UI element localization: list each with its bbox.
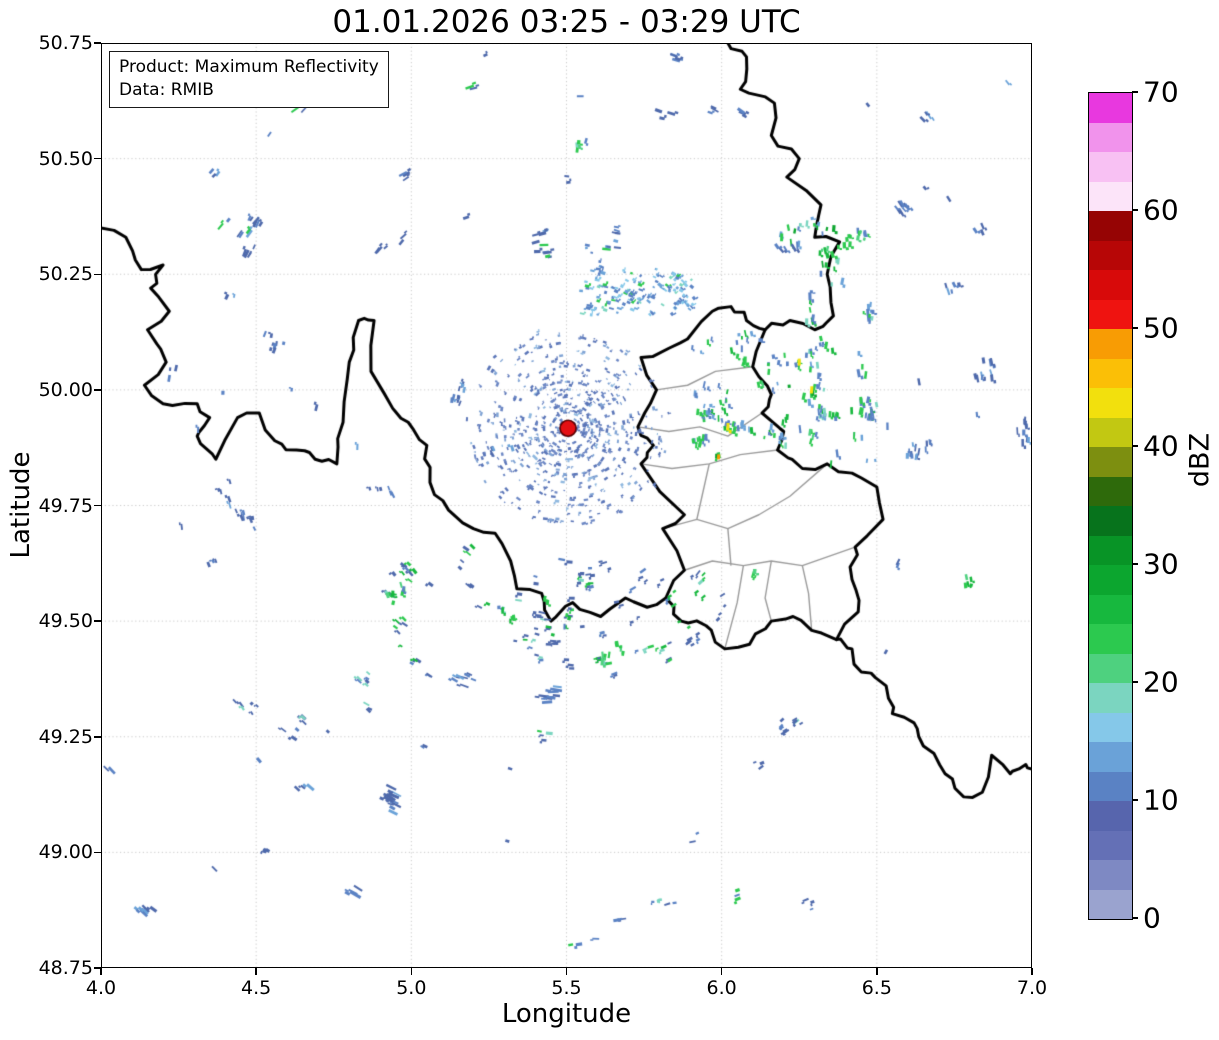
colorbar-segment — [1089, 801, 1132, 831]
colorbar — [1088, 92, 1133, 920]
colorbar-segment — [1089, 123, 1132, 153]
y-tick-mark — [94, 42, 101, 44]
x-tick-label: 4.0 — [86, 977, 116, 999]
colorbar-segment — [1089, 300, 1132, 330]
colorbar-tick-mark — [1132, 91, 1138, 93]
x-tick-label: 4.5 — [241, 977, 271, 999]
colorbar-tick-mark — [1132, 327, 1138, 329]
colorbar-segment — [1089, 506, 1132, 536]
colorbar-segment — [1089, 890, 1132, 920]
colorbar-segment — [1089, 536, 1132, 566]
colorbar-segment — [1089, 211, 1132, 241]
y-tick-label: 50.75 — [33, 32, 93, 54]
colorbar-segment — [1089, 772, 1132, 802]
x-tick-mark — [876, 968, 878, 975]
y-tick-label: 50.00 — [33, 379, 93, 401]
y-tick-mark — [94, 620, 101, 622]
y-tick-mark — [94, 967, 101, 969]
colorbar-tick-label: 60 — [1143, 194, 1179, 227]
y-tick-label: 49.75 — [33, 495, 93, 517]
y-axis-label: Latitude — [6, 451, 36, 558]
colorbar-tick-label: 70 — [1143, 76, 1179, 109]
colorbar-segment — [1089, 93, 1132, 123]
colorbar-segment — [1089, 182, 1132, 212]
colorbar-segment — [1089, 624, 1132, 654]
colorbar-tick-label: 50 — [1143, 312, 1179, 345]
colorbar-tick-label: 30 — [1143, 548, 1179, 581]
y-tick-mark — [94, 852, 101, 854]
colorbar-segment — [1089, 565, 1132, 595]
product-line: Product: Maximum Reflectivity — [119, 56, 379, 79]
x-tick-mark — [255, 968, 257, 975]
figure-title: 01.01.2026 03:25 - 03:29 UTC — [101, 4, 1032, 40]
x-axis-label: Longitude — [101, 999, 1032, 1029]
colorbar-tick-label: 40 — [1143, 430, 1179, 463]
y-tick-mark — [94, 736, 101, 738]
colorbar-segment — [1089, 831, 1132, 861]
colorbar-segment — [1089, 713, 1132, 743]
x-tick-mark — [411, 968, 413, 975]
colorbar-segment — [1089, 329, 1132, 359]
colorbar-segment — [1089, 359, 1132, 389]
colorbar-tick-mark — [1132, 681, 1138, 683]
colorbar-tick-label: 20 — [1143, 666, 1179, 699]
y-tick-label: 49.50 — [33, 610, 93, 632]
x-tick-label: 6.5 — [862, 977, 892, 999]
colorbar-segment — [1089, 477, 1132, 507]
x-tick-mark — [721, 968, 723, 975]
x-tick-mark — [1031, 968, 1033, 975]
data-source-line: Data: RMIB — [119, 79, 379, 102]
y-tick-label: 49.25 — [33, 726, 93, 748]
colorbar-tick-label: 0 — [1143, 902, 1161, 935]
colorbar-segment — [1089, 447, 1132, 477]
x-tick-mark — [566, 968, 568, 975]
colorbar-tick-mark — [1132, 563, 1138, 565]
colorbar-segment — [1089, 270, 1132, 300]
y-tick-label: 50.50 — [33, 148, 93, 170]
colorbar-segment — [1089, 595, 1132, 625]
y-tick-mark — [94, 274, 101, 276]
y-tick-mark — [94, 389, 101, 391]
colorbar-segment — [1089, 152, 1132, 182]
colorbar-segment — [1089, 654, 1132, 684]
colorbar-segment — [1089, 860, 1132, 890]
y-tick-mark — [94, 505, 101, 507]
y-tick-label: 48.75 — [33, 957, 93, 979]
x-tick-label: 5.0 — [396, 977, 426, 999]
colorbar-segment — [1089, 241, 1132, 271]
colorbar-segment — [1089, 388, 1132, 418]
plot-area — [101, 43, 1032, 968]
colorbar-segment — [1089, 418, 1132, 448]
colorbar-unit-label: dBZ — [1185, 433, 1216, 487]
colorbar-segment — [1089, 742, 1132, 772]
colorbar-tick-mark — [1132, 445, 1138, 447]
y-tick-label: 49.00 — [33, 841, 93, 863]
radar-figure-page: { "chart_data": { "type": "heatmap", "su… — [0, 0, 1219, 1040]
x-tick-label: 5.5 — [551, 977, 581, 999]
colorbar-tick-mark — [1132, 917, 1138, 919]
y-tick-label: 50.25 — [33, 263, 93, 285]
map-canvas — [101, 43, 1032, 968]
colorbar-tick-label: 10 — [1143, 784, 1179, 817]
colorbar-segment — [1089, 683, 1132, 713]
product-info-box: Product: Maximum Reflectivity Data: RMIB — [109, 51, 389, 108]
x-tick-mark — [100, 968, 102, 975]
y-tick-mark — [94, 158, 101, 160]
colorbar-tick-mark — [1132, 209, 1138, 211]
x-tick-label: 7.0 — [1017, 977, 1047, 999]
x-tick-label: 6.0 — [707, 977, 737, 999]
colorbar-tick-mark — [1132, 799, 1138, 801]
